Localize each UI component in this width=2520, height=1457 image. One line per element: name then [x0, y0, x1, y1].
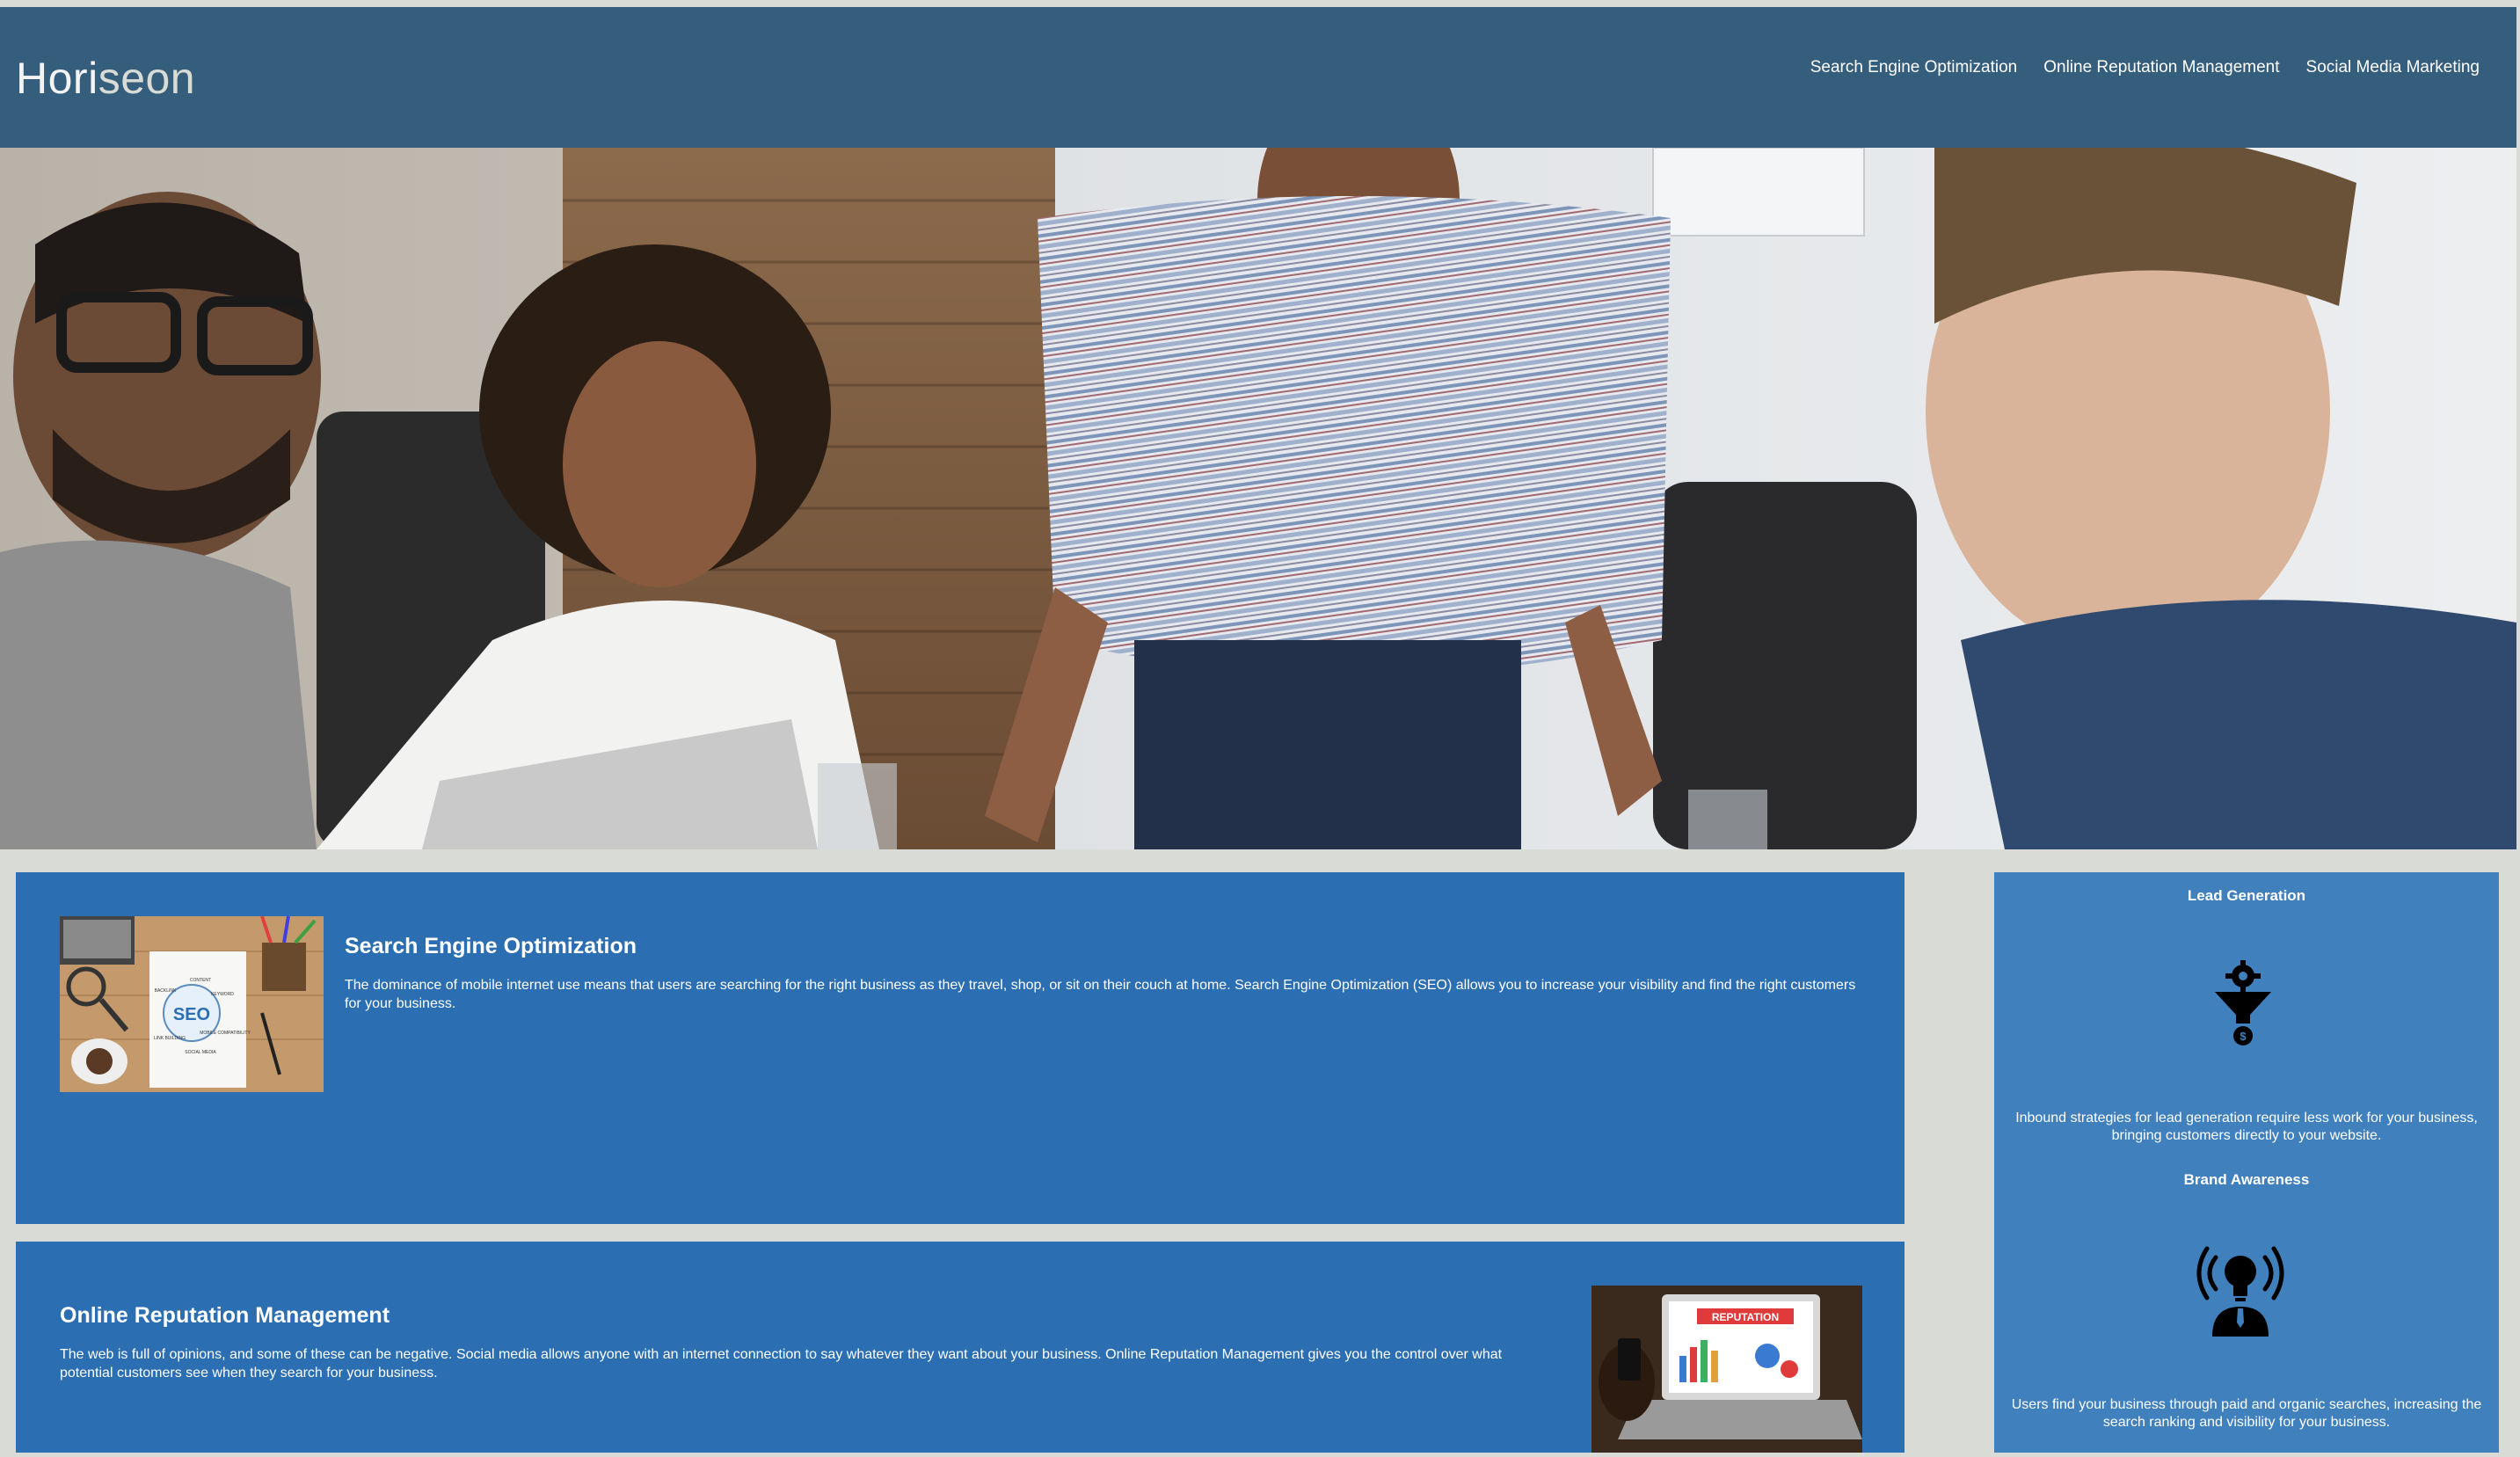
- logo-text-seon: seon: [98, 54, 196, 103]
- hero-image: [0, 148, 2516, 849]
- main-nav: Search Engine Optimization Online Reputa…: [1810, 58, 2480, 77]
- team-meeting-photo: [0, 148, 2516, 849]
- brand-awareness-title: Brand Awareness: [2183, 1171, 2310, 1188]
- seo-image-word-link-building: LINK BUILDING: [154, 1036, 186, 1041]
- seo-image: SEO CONTENT BACKLINK KEYWORD LINK BUILDI…: [60, 915, 324, 1092]
- seo-image-text: SEO: [173, 1005, 210, 1024]
- seo-text: The dominance of mobile internet use mea…: [345, 978, 1856, 1011]
- seo-image-word-keyword: KEYWORD: [211, 992, 234, 997]
- lead-funnel-icon: $: [2211, 960, 2275, 1048]
- lead-generation-text: Inbound strategies for lead generation r…: [2015, 1111, 2478, 1143]
- benefits-sidebar: Lead Generation $ Inbound strategies for…: [1994, 872, 2499, 1453]
- site-logo[interactable]: Horiseon: [16, 53, 195, 104]
- nav-link-orm[interactable]: Online Reputation Management: [2043, 58, 2279, 77]
- site-header: Horiseon Search Engine Optimization Onli…: [0, 7, 2516, 148]
- orm-image-text: REPUTATION: [1712, 1311, 1779, 1323]
- orm-title: Online Reputation Management: [60, 1303, 390, 1328]
- logo-text-hori: Hori: [16, 54, 98, 103]
- seo-image-word-social: SOCIAL MEDIA: [185, 1050, 216, 1055]
- nav-link-smm[interactable]: Social Media Marketing: [2306, 58, 2480, 77]
- orm-text: The web is full of opinions, and some of…: [60, 1347, 1503, 1381]
- brand-awareness-text: Users find your business through paid an…: [2011, 1397, 2482, 1430]
- nav-link-seo[interactable]: Search Engine Optimization: [1810, 58, 2018, 77]
- lightbulb-broadcast-icon: [2196, 1242, 2284, 1338]
- seo-illustration: SEO CONTENT BACKLINK KEYWORD LINK BUILDI…: [60, 915, 324, 1092]
- seo-title: Search Engine Optimization: [345, 934, 637, 958]
- orm-section: Online Reputation Management The web is …: [16, 1242, 1905, 1453]
- seo-image-word-backlink: BACKLINK: [155, 988, 177, 994]
- svg-text:$: $: [2240, 1030, 2247, 1043]
- seo-image-word-mobile: MOBILE COMPATIBILITY: [200, 1031, 251, 1036]
- lead-generation-title: Lead Generation: [2187, 887, 2306, 904]
- seo-section: SEO CONTENT BACKLINK KEYWORD LINK BUILDI…: [16, 872, 1905, 1224]
- seo-image-word-content: CONTENT: [190, 978, 211, 983]
